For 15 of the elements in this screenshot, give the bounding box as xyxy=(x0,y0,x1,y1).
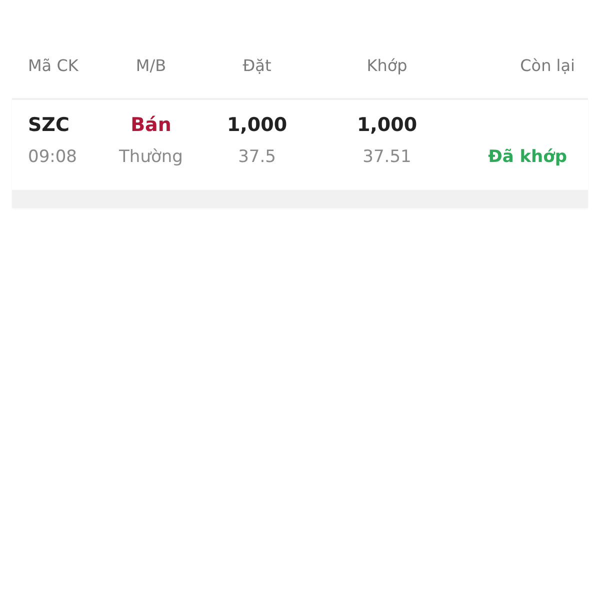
status-text: Đã khớp xyxy=(488,147,567,167)
symbol-text: SZC xyxy=(28,114,70,136)
column-header: Mã CK xyxy=(28,56,80,74)
order-type: Thường xyxy=(119,147,183,167)
matched-price: 37.51 xyxy=(362,147,412,167)
order-price: 37.5 xyxy=(238,147,276,167)
matched-quantity: 1,000 xyxy=(356,114,418,136)
order-time: 09:08 xyxy=(28,147,77,167)
column-header: Đặt xyxy=(242,56,272,74)
column-header: M/B xyxy=(134,56,168,74)
column-header: Còn lại xyxy=(519,56,575,74)
column-header: Khớp xyxy=(366,56,408,74)
side-text: Bán xyxy=(130,114,172,136)
order-card[interactable]: SZC Bán 1,000 1,000 09:08 Thường 37.5 37.51 Đã khớp xyxy=(12,98,588,208)
order-quantity: 1,000 xyxy=(226,114,288,136)
